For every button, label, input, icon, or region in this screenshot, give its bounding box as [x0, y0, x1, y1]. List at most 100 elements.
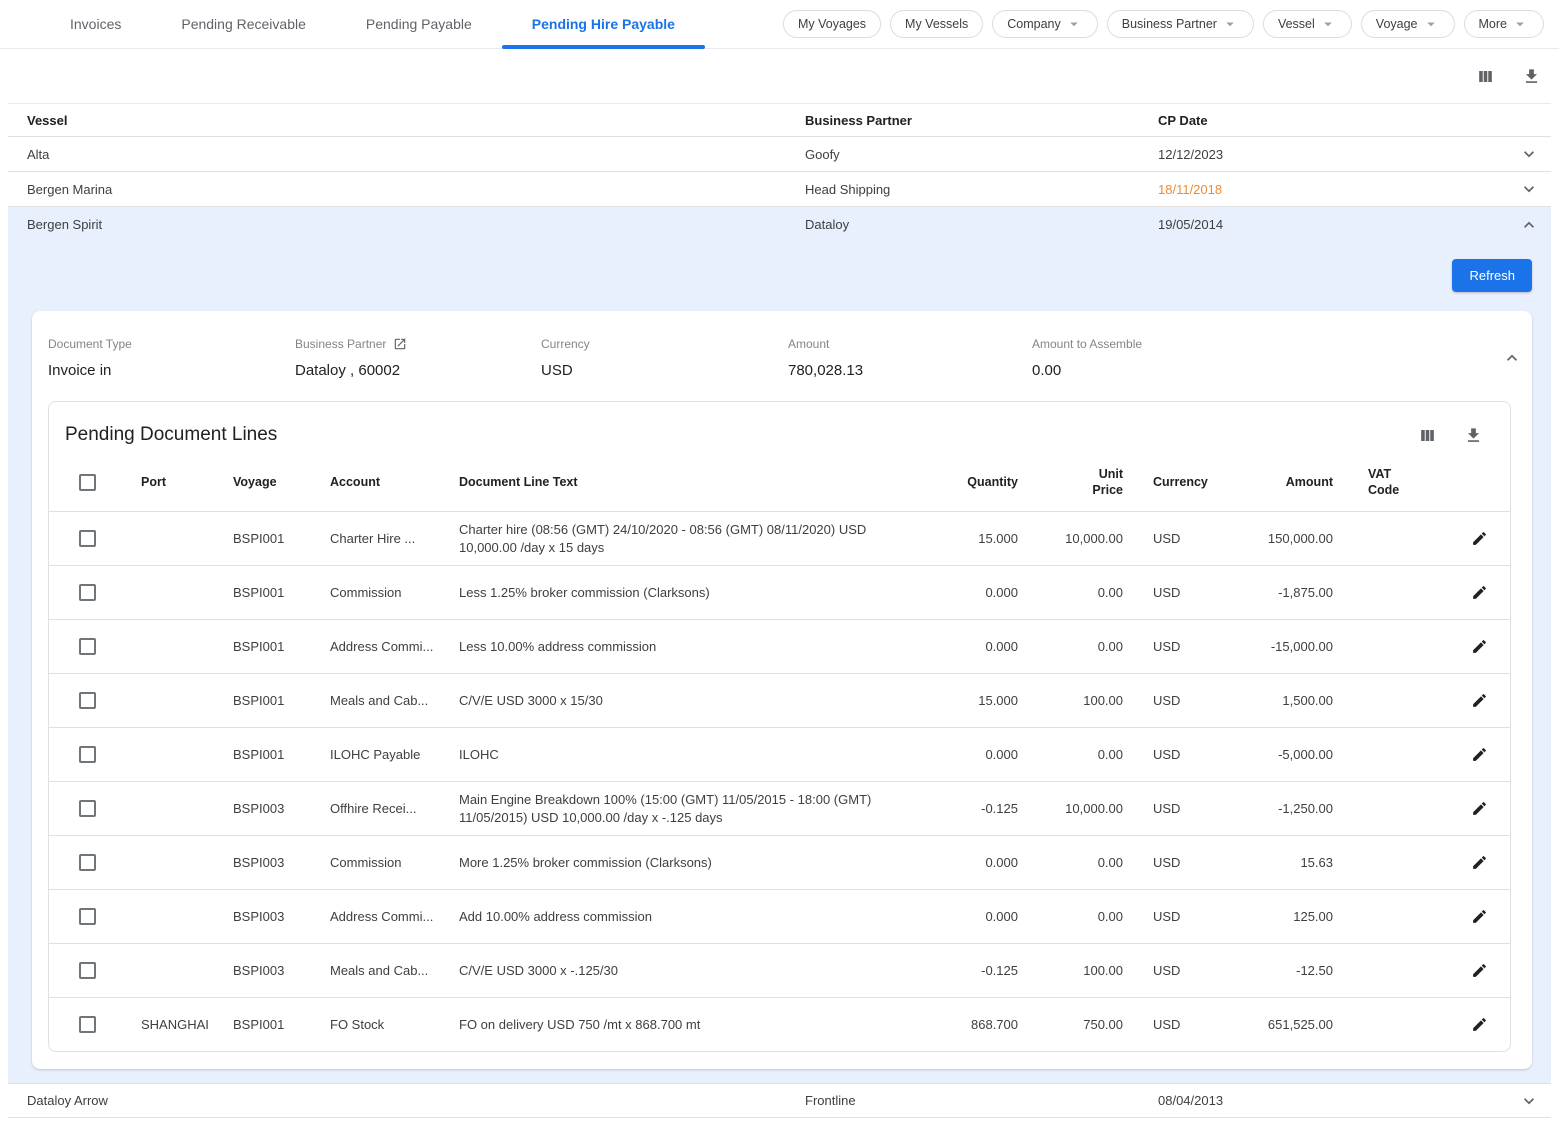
vessel-row[interactable]: Dataloy Arrow Frontline 08/04/2013: [8, 1083, 1551, 1118]
row-checkbox[interactable]: [79, 746, 96, 763]
cell-vat-code: [1333, 855, 1433, 871]
document-line-row: BSPI001 Meals and Cab... C/V/E USD 3000 …: [49, 673, 1510, 727]
cell-document-line-text: FO on delivery USD 750 /mt x 868.700 mt: [459, 1008, 898, 1042]
cell-document-line-text: Charter hire (08:56 (GMT) 24/10/2020 - 0…: [459, 513, 898, 565]
row-checkbox[interactable]: [79, 584, 96, 601]
cell-amount: 150,000.00: [1228, 523, 1333, 554]
cell-voyage: BSPI003: [233, 901, 330, 932]
dropdown-arrow-icon: [1511, 15, 1529, 33]
edit-icon[interactable]: [1471, 854, 1488, 871]
cell-document-line-text: Main Engine Breakdown 100% (15:00 (GMT) …: [459, 783, 898, 835]
cell-port: [141, 747, 233, 763]
filter-chip-vessel[interactable]: Vessel: [1263, 10, 1352, 38]
download-icon[interactable]: [1519, 64, 1543, 88]
filter-chip-voyage[interactable]: Voyage: [1361, 10, 1455, 38]
row-checkbox[interactable]: [79, 962, 96, 979]
dropdown-arrow-icon: [1319, 15, 1337, 33]
row-checkbox[interactable]: [79, 800, 96, 817]
cell-voyage: BSPI001: [233, 577, 330, 608]
tab-pending-payable[interactable]: Pending Payable: [336, 0, 502, 48]
cell-vat-code: [1333, 909, 1433, 925]
cell-vessel: Alta: [8, 147, 805, 162]
cell-business-partner: Frontline: [805, 1093, 1158, 1108]
column-settings-icon[interactable]: [1473, 64, 1497, 88]
summary-field-document-type: Document Type Invoice in: [48, 337, 295, 379]
cell-port: [141, 585, 233, 601]
cell-quantity: 15.000: [898, 523, 1018, 554]
cell-document-line-text: C/V/E USD 3000 x -.125/30: [459, 954, 898, 988]
cell-voyage: BSPI001: [233, 685, 330, 716]
vessel-row[interactable]: Bergen Spirit Dataloy 19/05/2014: [8, 207, 1551, 242]
cell-vat-code: [1333, 531, 1433, 547]
filter-chip-more[interactable]: More: [1464, 10, 1544, 38]
vessel-row[interactable]: Bergen Marina Head Shipping 18/11/2018: [8, 172, 1551, 207]
refresh-button[interactable]: Refresh: [1452, 259, 1532, 292]
cell-document-line-text: More 1.25% broker commission (Clarksons): [459, 846, 898, 880]
row-checkbox[interactable]: [79, 1016, 96, 1033]
cell-cp-date: 19/05/2014: [1158, 217, 1507, 232]
tab-invoices[interactable]: Invoices: [40, 0, 151, 48]
column-header-amount: Amount: [1228, 467, 1333, 497]
cell-vat-code: [1333, 801, 1433, 817]
summary-field-label: Amount to Assemble: [1032, 337, 1142, 351]
row-checkbox[interactable]: [79, 692, 96, 709]
cell-currency: USD: [1123, 955, 1228, 986]
edit-icon[interactable]: [1471, 530, 1488, 547]
row-checkbox[interactable]: [79, 530, 96, 547]
chevron-down-icon[interactable]: [1507, 144, 1551, 164]
filter-chip-my-voyages[interactable]: My Voyages: [783, 10, 881, 38]
edit-icon[interactable]: [1471, 962, 1488, 979]
filter-chip-my-vessels[interactable]: My Vessels: [890, 10, 983, 38]
cell-unit-price: 0.00: [1018, 739, 1123, 770]
chevron-down-icon[interactable]: [1507, 1091, 1551, 1111]
summary-field-currency: Currency USD: [541, 337, 788, 379]
cell-account: Address Commi...: [330, 631, 459, 662]
edit-icon[interactable]: [1471, 908, 1488, 925]
cell-port: [141, 909, 233, 925]
edit-icon[interactable]: [1471, 1016, 1488, 1033]
download-icon[interactable]: [1461, 423, 1485, 447]
edit-icon[interactable]: [1471, 692, 1488, 709]
cell-amount: 15.63: [1228, 847, 1333, 878]
edit-icon[interactable]: [1471, 638, 1488, 655]
column-header-business-partner: Business Partner: [805, 113, 1158, 128]
pending-hire-payable-page: Invoices Pending Receivable Pending Paya…: [0, 0, 1559, 1127]
chevron-up-icon[interactable]: [1507, 215, 1551, 235]
cell-currency: USD: [1123, 631, 1228, 662]
edit-icon[interactable]: [1471, 746, 1488, 763]
row-checkbox[interactable]: [79, 908, 96, 925]
cell-currency: USD: [1123, 901, 1228, 932]
cell-quantity: -0.125: [898, 793, 1018, 824]
chevron-down-icon[interactable]: [1507, 179, 1551, 199]
summary-field-label: Business Partner: [295, 337, 386, 351]
document-line-row: BSPI003 Meals and Cab... C/V/E USD 3000 …: [49, 943, 1510, 997]
cell-amount: -1,250.00: [1228, 793, 1333, 824]
column-settings-icon[interactable]: [1415, 423, 1439, 447]
cell-currency: USD: [1123, 1009, 1228, 1040]
cell-cp-date: 12/12/2023: [1158, 147, 1507, 162]
collapse-detail-chevron-up-icon[interactable]: [1492, 337, 1532, 379]
document-line-row: SHANGHAI BSPI001 FO Stock FO on delivery…: [49, 997, 1510, 1051]
cell-vessel: Bergen Spirit: [8, 217, 805, 232]
cell-currency: USD: [1123, 577, 1228, 608]
summary-field-value: Dataloy , 60002: [295, 362, 541, 379]
edit-icon[interactable]: [1471, 800, 1488, 817]
edit-icon[interactable]: [1471, 584, 1488, 601]
select-all-checkbox[interactable]: [79, 474, 96, 491]
cell-amount: 125.00: [1228, 901, 1333, 932]
filter-chip-business-partner[interactable]: Business Partner: [1107, 10, 1254, 38]
summary-field-amount-to-assemble: Amount to Assemble 0.00: [1032, 337, 1492, 379]
filter-chip-company[interactable]: Company: [992, 10, 1098, 38]
vessel-row[interactable]: Alta Goofy 12/12/2023: [8, 137, 1551, 172]
cell-currency: USD: [1123, 739, 1228, 770]
dropdown-arrow-icon: [1065, 15, 1083, 33]
tab-pending-hire-payable[interactable]: Pending Hire Payable: [502, 0, 705, 48]
cell-document-line-text: C/V/E USD 3000 x 15/30: [459, 684, 898, 718]
cell-document-line-text: Add 10.00% address commission: [459, 900, 898, 934]
open-in-new-icon[interactable]: [393, 337, 407, 351]
row-checkbox[interactable]: [79, 854, 96, 871]
row-checkbox[interactable]: [79, 638, 96, 655]
tab-pending-receivable[interactable]: Pending Receivable: [151, 0, 336, 48]
tab-label: Pending Receivable: [181, 16, 306, 32]
cell-amount: -15,000.00: [1228, 631, 1333, 662]
